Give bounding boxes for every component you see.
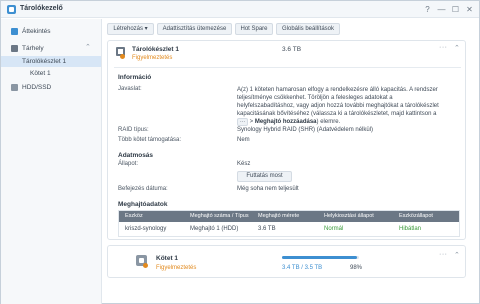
sidebar-item-label: Tárhely bbox=[22, 45, 44, 52]
window-title: Tárolókezelő bbox=[20, 5, 63, 12]
finished-date-label: Befejezés dátuma: bbox=[118, 186, 168, 192]
multi-volume-label: Több kötet támogatása: bbox=[118, 137, 182, 143]
column-header: Eszköz bbox=[125, 213, 143, 219]
sidebar-item-label: Tárolókészlet 1 bbox=[22, 58, 67, 65]
more-options-icon[interactable]: ··· bbox=[439, 44, 448, 51]
sidebar-item-label: Kötet 1 bbox=[30, 70, 51, 77]
overview-icon bbox=[11, 28, 18, 35]
state-label: Állapot: bbox=[118, 161, 139, 167]
create-button[interactable]: Létrehozás ▾ bbox=[107, 23, 154, 35]
storage-pool-panel: Tárolókészlet 1 Figyelmeztetés 3.6 TB ··… bbox=[107, 40, 466, 240]
sidebar: Áttekintés Tárhely ⌃ Tárolókészlet 1 Köt… bbox=[1, 19, 102, 304]
hot-spare-button[interactable]: Hot Spare bbox=[235, 23, 273, 35]
drive-type-cell: Meghajtó 1 (HDD) bbox=[190, 226, 239, 232]
collapse-icon[interactable]: ⌃ bbox=[454, 251, 460, 259]
volume-panel: Kötet 1 Figyelmeztetés 3.4 TB / 3.5 TB 9… bbox=[107, 245, 466, 278]
pool-name: Tárolókészlet 1 bbox=[132, 46, 179, 53]
volume-name: Kötet 1 bbox=[156, 255, 179, 262]
sidebar-item-storage[interactable]: Tárhely ⌃ bbox=[1, 43, 101, 55]
hdd-icon bbox=[11, 84, 18, 91]
maximize-icon[interactable]: ☐ bbox=[450, 4, 461, 15]
table-row[interactable]: kriszd-synology Meghajtó 1 (HDD) 3.6 TB … bbox=[119, 222, 459, 236]
column-header: Eszközállapot bbox=[399, 213, 433, 219]
pool-status: Figyelmeztetés bbox=[132, 55, 173, 61]
scrub-section-title: Adatmosás bbox=[118, 152, 154, 159]
warning-icon bbox=[120, 54, 125, 59]
collapse-icon[interactable]: ⌃ bbox=[454, 44, 460, 52]
help-icon[interactable]: ? bbox=[422, 4, 433, 15]
sidebar-item-label: HDD/SSD bbox=[22, 84, 52, 91]
column-header: Meghajtó száma / Típus bbox=[190, 213, 249, 219]
raid-type-label: RAID típus: bbox=[118, 127, 149, 133]
chevron-up-icon[interactable]: ⌃ bbox=[85, 43, 91, 51]
global-settings-button[interactable]: Globális beállítások bbox=[276, 23, 340, 35]
device-health-cell: Hibátlan bbox=[399, 226, 422, 232]
raid-type-value: Synology Hybrid RAID (SHR) (Adatvédelem … bbox=[237, 127, 374, 133]
table-header: Eszköz Meghajtó száma / Típus Meghajtó m… bbox=[119, 211, 459, 222]
usage-fill bbox=[282, 256, 358, 259]
storage-manager-window: Tárolókezelő ? — ☐ ✕ Áttekintés Tárhely … bbox=[0, 0, 480, 304]
info-section-title: Információ bbox=[118, 74, 152, 81]
usage-text: 3.4 TB / 3.5 TB bbox=[282, 265, 323, 271]
close-icon[interactable]: ✕ bbox=[464, 4, 475, 15]
multi-volume-value: Nem bbox=[237, 137, 250, 143]
storage-icon bbox=[11, 45, 18, 52]
state-value: Kész bbox=[237, 161, 251, 167]
sidebar-item-hdd[interactable]: HDD/SSD bbox=[1, 82, 101, 94]
finished-date-value: Még soha nem teljesült bbox=[237, 186, 299, 192]
drive-size-cell: 3.6 TB bbox=[258, 226, 276, 232]
warning-icon bbox=[143, 263, 148, 268]
suggestion-label: Javaslat: bbox=[118, 86, 142, 92]
usage-bar bbox=[282, 256, 359, 259]
minimize-icon[interactable]: — bbox=[436, 4, 447, 15]
sidebar-item-pool[interactable]: Tárolókészlet 1 bbox=[1, 56, 101, 67]
pool-size: 3.6 TB bbox=[282, 46, 302, 53]
run-now-button[interactable]: Futtatás most bbox=[237, 171, 292, 182]
divider bbox=[114, 67, 461, 68]
column-header: Meghajtó mérete bbox=[258, 213, 300, 219]
device-cell: kriszd-synology bbox=[125, 226, 167, 232]
volume-status: Figyelmeztetés bbox=[156, 265, 197, 271]
more-options-icon[interactable]: ··· bbox=[439, 251, 448, 258]
usage-percent: 98% bbox=[350, 265, 363, 271]
drive-info-title: Meghajtóadatok bbox=[118, 201, 168, 208]
title-bar: Tárolókezelő ? — ☐ ✕ bbox=[1, 1, 479, 18]
column-header: Helykiosztási állapot bbox=[324, 213, 374, 219]
sidebar-item-overview[interactable]: Áttekintés bbox=[1, 26, 101, 38]
sidebar-item-volume[interactable]: Kötet 1 bbox=[1, 68, 101, 79]
storage-manager-icon bbox=[7, 5, 16, 14]
sidebar-item-label: Áttekintés bbox=[22, 28, 51, 35]
allocation-status-cell: Normál bbox=[324, 226, 344, 232]
more-key-icon: ··· bbox=[237, 118, 248, 126]
suggestion-text: A(z) 1 köteten hamarosan elfogy a rendel… bbox=[237, 87, 439, 126]
drive-table: Eszköz Meghajtó száma / Típus Meghajtó m… bbox=[118, 210, 460, 237]
scrub-schedule-button[interactable]: Adattisztítás ütemezése bbox=[157, 23, 232, 35]
